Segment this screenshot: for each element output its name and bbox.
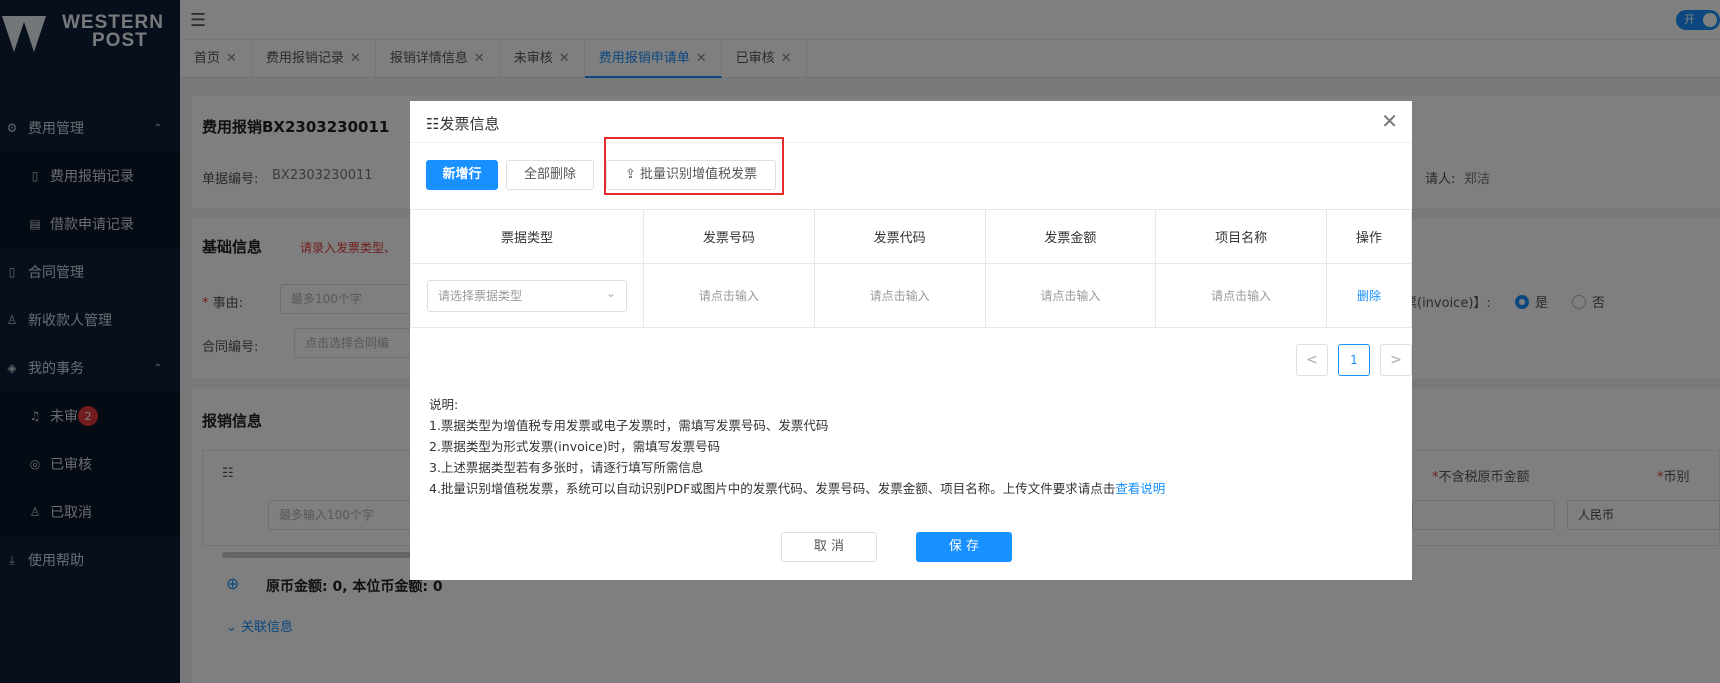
col-invoice-type: 票据类型 xyxy=(410,209,644,264)
invoice-no-cell[interactable]: 请点击输入 xyxy=(642,263,815,328)
delete-row-link[interactable]: 删除 xyxy=(1357,289,1381,303)
note-3: 3.上述票据类型若有多张时，请逐行填写所需信息 xyxy=(429,460,704,475)
table-row: 请选择票据类型 请点击输入 请点击输入 请点击输入 请点击输入 删除 xyxy=(410,263,1412,328)
close-icon[interactable]: ✕ xyxy=(1381,109,1398,133)
highlight-annotation xyxy=(604,137,784,195)
col-invoice-code: 发票代码 xyxy=(813,209,986,264)
col-invoice-amount: 发票金额 xyxy=(984,209,1157,264)
modal-title-text: 发票信息 xyxy=(439,115,500,133)
modal-header: ☷发票信息 ✕ xyxy=(410,101,1412,143)
col-invoice-no: 发票号码 xyxy=(642,209,815,264)
notes-heading: 说明: xyxy=(429,397,459,412)
invoice-amount-cell[interactable]: 请点击输入 xyxy=(984,263,1157,328)
invoice-modal: ☷发票信息 ✕ 新增行 全部删除 ⇪ 批量识别增值税发票 票据类型 发票号码 发… xyxy=(410,101,1412,580)
note-2: 2.票据类型为形式发票(invoice)时，需填写发票号码 xyxy=(429,439,721,454)
save-button[interactable]: 保 存 xyxy=(916,532,1012,562)
invoice-table: 票据类型 发票号码 发票代码 发票金额 项目名称 操作 请选择票据类型 请点击输… xyxy=(410,209,1412,328)
pager-page-1[interactable]: 1 xyxy=(1338,344,1370,376)
notes-block: 说明: 1.票据类型为增值税专用发票或电子发票时，需填写发票号码、发票代码 2.… xyxy=(429,394,1165,499)
note-4: 4.批量识别增值税发票，系统可以自动识别PDF或图片中的发票代码、发票号码、发票… xyxy=(429,478,1165,499)
project-name-cell[interactable]: 请点击输入 xyxy=(1155,263,1328,328)
modal-title: ☷发票信息 xyxy=(426,113,499,134)
list-icon: ☷ xyxy=(426,115,440,133)
pager-next-button[interactable]: > xyxy=(1380,344,1412,376)
col-action: 操作 xyxy=(1326,209,1412,264)
note-1: 1.票据类型为增值税专用发票或电子发票时，需填写发票号码、发票代码 xyxy=(429,418,829,433)
add-row-button[interactable]: 新增行 xyxy=(426,160,498,190)
view-instructions-link[interactable]: 查看说明 xyxy=(1115,481,1165,496)
invoice-type-select[interactable]: 请选择票据类型 xyxy=(426,278,627,312)
col-project-name: 项目名称 xyxy=(1155,209,1328,264)
pager-prev-button[interactable]: < xyxy=(1296,344,1328,376)
note-4-text: 4.批量识别增值税发票，系统可以自动识别PDF或图片中的发票代码、发票号码、发票… xyxy=(429,481,1116,496)
invoice-code-cell[interactable]: 请点击输入 xyxy=(813,263,986,328)
delete-all-button[interactable]: 全部删除 xyxy=(506,160,594,190)
cancel-button[interactable]: 取 消 xyxy=(781,532,877,562)
